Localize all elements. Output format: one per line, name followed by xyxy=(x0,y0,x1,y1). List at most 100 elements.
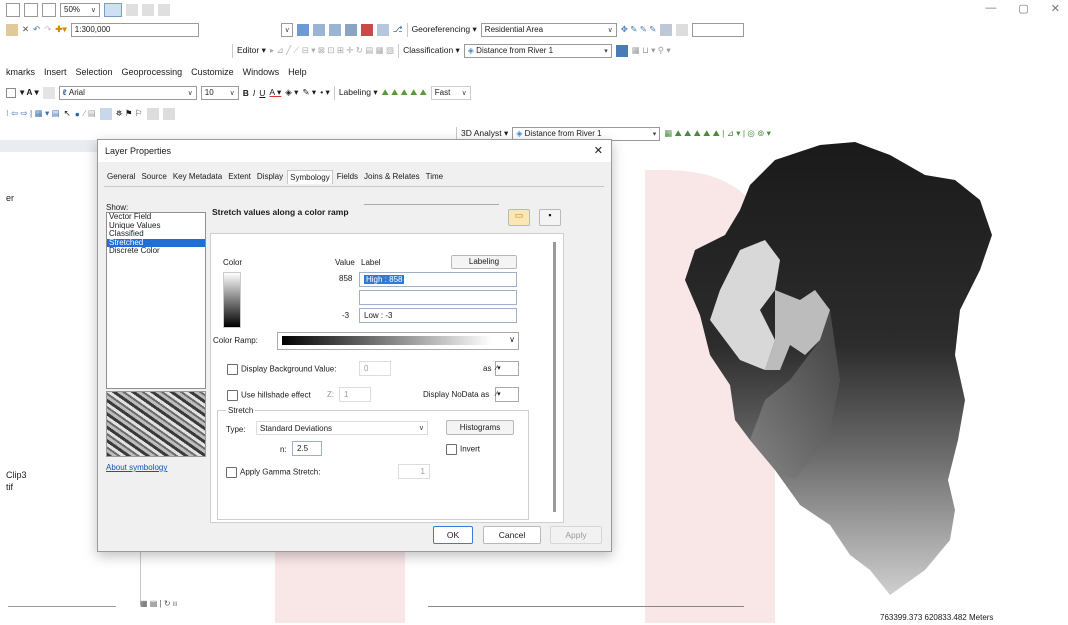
gamma-option[interactable]: Apply Gamma Stretch: xyxy=(226,467,320,478)
toggle-draft-icon[interactable] xyxy=(104,2,122,17)
classification-tools-icons[interactable]: ▦ ⊔ ▾ ⚲ ▾ xyxy=(632,45,671,56)
find-icon[interactable]: ⛯ ⚑ ⚐ xyxy=(116,108,143,119)
tab-key-metadata[interactable]: Key Metadata xyxy=(171,170,224,184)
georeferencing-menu[interactable]: Georeferencing ▾ xyxy=(412,24,477,35)
editor-toolbar-icon[interactable] xyxy=(296,23,309,36)
bg-color-picker[interactable]: ⁄▾ xyxy=(495,361,519,376)
link-table-icon[interactable] xyxy=(660,23,673,36)
3d-analyst-menu[interactable]: 3D Analyst ▾ xyxy=(461,128,508,139)
paste-icon[interactable] xyxy=(6,23,18,36)
georef-input-field[interactable] xyxy=(692,22,745,37)
display-bg-option[interactable]: Display Background Value: xyxy=(227,364,336,375)
gamma-checkbox[interactable] xyxy=(226,467,237,478)
apply-button[interactable]: Apply xyxy=(550,526,602,544)
scale-dropdown[interactable]: ∨ xyxy=(280,22,293,37)
measure-icon[interactable] xyxy=(99,107,112,120)
dem-map[interactable] xyxy=(680,140,1020,605)
hillshade-option[interactable]: Use hillshade effect xyxy=(227,390,311,401)
display-bg-checkbox[interactable] xyxy=(227,364,238,375)
labeling-tools-icons[interactable]: ⛰ ⛰ ⛰ ⛰ ⛰ xyxy=(382,87,427,98)
open-layer-button[interactable]: ▭ xyxy=(508,209,530,226)
about-symbology-link[interactable]: About symbology xyxy=(106,463,167,472)
classification-menu[interactable]: Classification ▾ xyxy=(403,45,460,56)
type-combo[interactable]: Standard Deviations ∨ xyxy=(256,421,428,435)
ok-button[interactable]: OK xyxy=(433,526,473,544)
tab-time[interactable]: Time xyxy=(424,170,445,184)
bold-icon[interactable]: B xyxy=(243,88,249,98)
delete-icon[interactable]: ✕ xyxy=(22,24,29,35)
identify-icon[interactable]: ● xyxy=(75,109,80,119)
show-item-discrete-color[interactable]: Discrete Color xyxy=(107,246,205,256)
high-label-field[interactable]: High : 858 xyxy=(359,272,517,287)
add-data-icon[interactable]: ✚▾ xyxy=(55,24,66,35)
content-scrollbar[interactable] xyxy=(553,242,556,512)
n-value-field[interactable]: 2.5 xyxy=(292,441,322,456)
close-window-button[interactable]: ✕ xyxy=(1051,2,1060,15)
font-color-icon[interactable]: A ▾ xyxy=(269,87,281,98)
bg-value-field[interactable]: 0 xyxy=(359,361,391,376)
tab-fields[interactable]: Fields xyxy=(335,170,360,184)
color-ramp-combo[interactable]: ∨ xyxy=(277,332,519,350)
show-listbox[interactable]: Vector Field Unique Values Classified St… xyxy=(106,212,206,389)
invert-option[interactable]: Invert xyxy=(446,444,480,455)
z-value-field[interactable]: 1 xyxy=(339,387,371,402)
line-color-icon[interactable]: ✎ ▾ xyxy=(302,87,316,98)
tab-source[interactable]: Source xyxy=(139,170,168,184)
font-size-combo[interactable]: 10 ∨ xyxy=(200,85,239,100)
create-viewer-icon[interactable] xyxy=(162,107,175,120)
menu-selection[interactable]: Selection xyxy=(76,67,113,77)
classify-icon[interactable] xyxy=(615,44,628,57)
menu-geoprocessing[interactable]: Geoprocessing xyxy=(122,67,183,77)
new-rectangle-icon[interactable] xyxy=(6,87,16,98)
menu-bookmarks[interactable]: kmarks xyxy=(6,67,35,77)
menu-help[interactable]: Help xyxy=(288,67,307,77)
underline-icon[interactable]: U xyxy=(259,88,265,98)
select-elements-icon[interactable]: ↖ xyxy=(64,108,71,119)
zoom-100-icon[interactable] xyxy=(42,2,56,17)
layout-icon[interactable] xyxy=(6,2,20,17)
tab-extent[interactable]: Extent xyxy=(226,170,253,184)
nodata-color-picker[interactable]: ⁄▾ xyxy=(495,387,519,402)
time-slider-icon[interactable] xyxy=(146,107,159,120)
text-icon[interactable]: ▾ A ▾ xyxy=(20,87,39,98)
change-layout-icon[interactable] xyxy=(142,3,154,16)
catalog-icon[interactable] xyxy=(328,23,341,36)
python-icon[interactable] xyxy=(376,23,389,36)
quality-combo[interactable]: Fast ∨ xyxy=(430,85,471,100)
fill-color-icon[interactable]: ◈ ▾ xyxy=(285,87,298,98)
font-picture-icon[interactable] xyxy=(42,86,55,99)
editor-menu[interactable]: Editor ▾ xyxy=(237,45,266,56)
labeling-menu[interactable]: Labeling ▾ xyxy=(339,87,378,98)
menu-customize[interactable]: Customize xyxy=(191,67,234,77)
toc-tif-item[interactable]: tif xyxy=(6,482,13,492)
search-window-icon[interactable] xyxy=(344,23,357,36)
view-toggle-icons[interactable]: ▦ ▤ | ↻ ıı xyxy=(140,599,177,608)
georef-tools-icon[interactable]: ✥ ✎ ✎ ✎ xyxy=(621,24,657,35)
tab-display[interactable]: Display xyxy=(255,170,285,184)
font-combo[interactable]: ℓ Arial ∨ xyxy=(58,85,197,100)
table-of-contents-icon[interactable] xyxy=(312,23,325,36)
redo-icon[interactable]: ↷ xyxy=(44,24,51,35)
html-popup-icon[interactable]: ⁄ ▤ xyxy=(84,108,96,119)
focus-frame-icon[interactable] xyxy=(126,3,138,16)
menu-windows[interactable]: Windows xyxy=(243,67,280,77)
low-label-field[interactable]: Low : -3 xyxy=(359,308,517,323)
horizontal-scrollbar[interactable] xyxy=(428,606,744,607)
marker-color-icon[interactable]: • ▾ xyxy=(320,87,330,98)
zoom-percent-combo[interactable]: 50% ∨ xyxy=(60,2,100,17)
rotate-icon[interactable] xyxy=(676,23,689,36)
hillshade-checkbox[interactable] xyxy=(227,390,238,401)
minimize-button[interactable]: — xyxy=(985,2,996,15)
cancel-button[interactable]: Cancel xyxy=(483,526,541,544)
menu-insert[interactable]: Insert xyxy=(44,67,67,77)
3d-analyst-tools-icons[interactable]: ▦ ⛰ ⛰ ⛰ ⛰ ⛰ | ⊿ ▾ | ◎ ⊚ ▾ xyxy=(664,128,771,139)
toc-clip-item[interactable]: Clip3 xyxy=(6,470,27,480)
save-layer-button[interactable]: ▪ xyxy=(539,209,561,226)
zoom-whole-page-icon[interactable] xyxy=(24,2,38,17)
navigation-icons[interactable]: ⁝ ⇦ ⇨ | ▦ ▾ ▤ xyxy=(6,108,60,119)
restore-button[interactable]: ▢ xyxy=(1018,2,1028,15)
model-builder-icon[interactable]: ⎇ xyxy=(393,24,403,35)
edit-tools-icons[interactable]: ▸ ⊿ ╱ ⟋ ⊟ ▾ ⊠ ⊡ ⊞ ✛ ↻ ▤ ▦ ▧ xyxy=(270,45,394,56)
mid-label-field[interactable] xyxy=(359,290,517,305)
tab-symbology[interactable]: Symbology xyxy=(287,170,333,184)
